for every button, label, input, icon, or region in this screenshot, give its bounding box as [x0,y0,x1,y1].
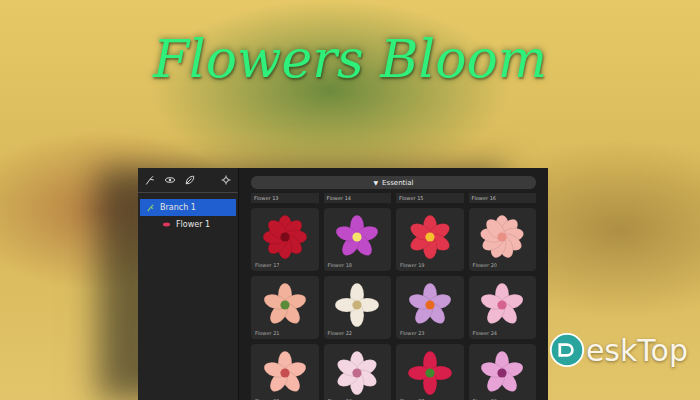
toolbar [138,168,238,193]
flower-icon [407,214,453,260]
flower-icon [479,282,525,328]
flower-icon[interactable] [164,174,176,186]
card-label: Flower 14 [324,193,392,203]
library-panel: ▼EssentialFlower 13Flower 14Flower 15Flo… [239,168,548,400]
flower-card[interactable]: Flower 20 [469,208,537,271]
flower-card[interactable]: Flower 26 [324,344,392,400]
card-label: Flower 15 [396,193,464,203]
flower-card[interactable]: Flower 21 [251,276,319,339]
flower-card[interactable]: Flower 19 [396,208,464,271]
card-label: Flower 16 [469,193,537,203]
flower-icon [334,214,380,260]
card-label: Flower 26 [324,398,353,400]
flower-icon [262,282,308,328]
section-header[interactable]: ▼Essential [251,176,536,189]
product-title: Flowers Bloom [153,28,547,140]
flower-icon [334,350,380,396]
settings-icon[interactable] [220,174,232,186]
card-label: Flower 19 [396,262,425,268]
tree-item[interactable]: Flower 1 [140,216,236,233]
flower-icon [262,350,308,396]
card-label: Flower 25 [251,398,280,400]
flower-icon [262,214,308,260]
flower-card[interactable]: Flower 24 [469,276,537,339]
branch-icon [146,203,155,212]
flower-card[interactable]: Flower 28 [469,344,537,400]
card-label: Flower 18 [324,262,353,268]
card-label: Flower 21 [251,330,280,336]
card-label: Flower 23 [396,330,425,336]
flower-icon [162,220,171,229]
tree: Branch 1Flower 1 [138,193,238,239]
card-label: Flower 13 [251,193,319,203]
card-label: Flower 24 [469,330,498,336]
leaf-icon[interactable] [184,174,196,186]
app-window: Branch 1Flower 1▼EssentialFlower 13Flowe… [138,168,548,400]
flower-icon [407,282,453,328]
flower-icon [479,350,525,396]
card-label: Flower 27 [396,398,425,400]
flower-icon [334,282,380,328]
flower-card[interactable]: Flower 25 [251,344,319,400]
desktop-logo-icon [549,332,585,368]
branch-icon[interactable] [144,174,156,186]
watermark: eskTop [549,332,688,368]
card-label: Flower 20 [469,262,498,268]
promo-banner: Flowers Bloom Branch 1Flower 1 ▼Essential F… [0,0,700,400]
flower-icon [479,214,525,260]
card-label: Flower 22 [324,330,353,336]
card-label: Flower 28 [469,398,498,400]
flower-grid: Flower 13 Flower 14 Flower 15 Flower 16 Flow… [251,193,536,400]
card-label: Flower 17 [251,262,280,268]
flower-icon [407,350,453,396]
flower-card[interactable]: Flower 23 [396,276,464,339]
flower-card[interactable]: Flower 22 [324,276,392,339]
outliner-panel: Branch 1Flower 1 [138,168,239,400]
flower-card[interactable]: Flower 18 [324,208,392,271]
flower-card[interactable]: Flower 27 [396,344,464,400]
flower-card[interactable]: Flower 17 [251,208,319,271]
tree-item[interactable]: Branch 1 [140,199,236,216]
